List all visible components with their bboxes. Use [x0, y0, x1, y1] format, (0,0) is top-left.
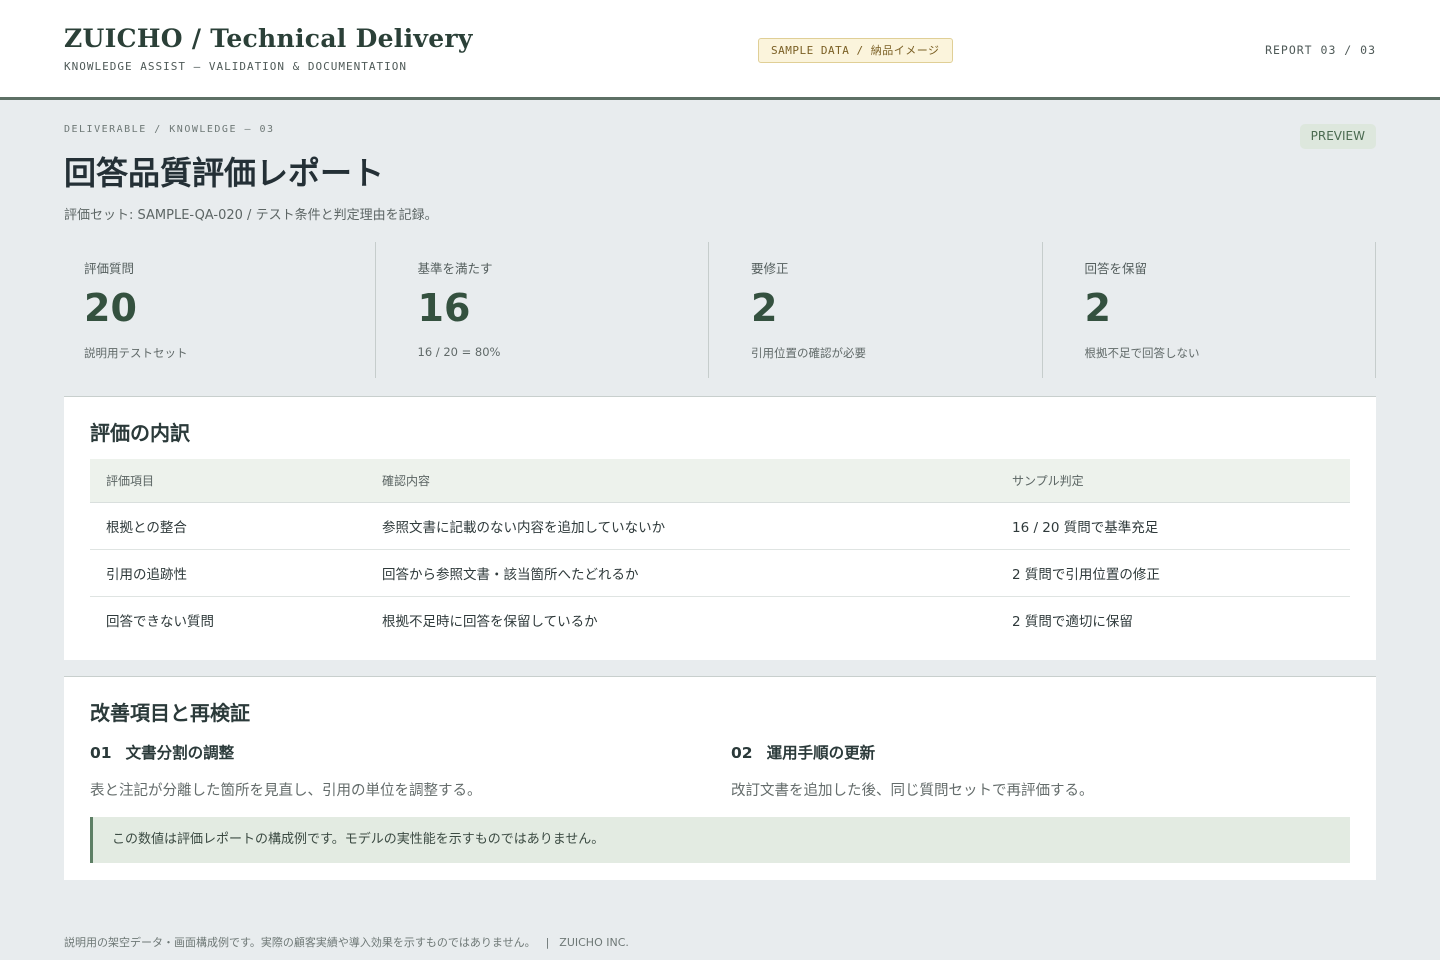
- stat-value: 2: [751, 286, 778, 330]
- footer-separator: |: [545, 936, 550, 949]
- stat-note: 16 / 20 = 80%: [417, 345, 501, 359]
- table-cell: 2 質問で適切に保留: [1012, 614, 1133, 630]
- table-cell: 引用の追跡性: [90, 549, 366, 597]
- table-cell: 根拠との整合: [90, 502, 366, 550]
- table-cell: 2 質問で引用位置の修正: [996, 549, 1350, 597]
- improvement-title: 運用手順の更新: [766, 744, 876, 762]
- improvements-card: 改善項目と再検証 01 文書分割の調整 表と注記が分離した箇所を見直し、引用の単位…: [64, 676, 1376, 880]
- improvement-description: 改訂文書を追加した後、同じ質問セットで再評価する。: [731, 783, 1094, 799]
- improvement-title: 文書分割の調整: [125, 744, 235, 762]
- sample-data-badge: SAMPLE DATA / 納品イメージ: [758, 38, 953, 63]
- stat-needs-fix: 要修正 2 引用位置の確認が必要: [709, 242, 1043, 378]
- breakdown-title: 評価の内訳: [90, 421, 190, 445]
- stat-value: 2: [1084, 286, 1111, 330]
- table-row: 根拠との整合 参照文書に記載のない内容を追加していないか 16 / 20 質問で…: [90, 502, 1350, 550]
- table-row: 回答できない質問 根拠不足時に回答を保留しているか 2 質問で適切に保留: [90, 597, 1350, 644]
- stat-questions: 評価質問 20 説明用テストセット: [64, 242, 376, 378]
- improvement-description: 表と注記が分離した箇所を見直し、引用の単位を調整する。: [90, 783, 482, 799]
- stat-note: 根拠不足で回答しない: [1084, 346, 1200, 360]
- column-header: 評価項目: [90, 459, 366, 503]
- improvement-item: 01 文書分割の調整 表と注記が分離した箇所を見直し、引用の単位を調整する。: [90, 741, 482, 800]
- stat-note: 引用位置の確認が必要: [751, 346, 866, 360]
- summary-stats: 評価質問 20 説明用テストセット 基準を満たす 16 16 / 20 = 80…: [64, 242, 1376, 378]
- improvement-heading: 01 文書分割の調整: [90, 741, 482, 763]
- column-header: 確認内容: [366, 459, 996, 503]
- table-row: 引用の追跡性 回答から参照文書・該当箇所へたどれるか 2 質問で引用位置の修正: [90, 549, 1350, 597]
- status-badge: PREVIEW: [1299, 124, 1376, 149]
- table-cell: 参照文書に記載のない内容を追加していないか: [366, 502, 996, 550]
- breakdown-table: 評価項目 確認内容 サンプル判定 根拠との整合 参照文書に記載のない内容を追加し…: [90, 459, 1350, 643]
- stat-passed: 基準を満たす 16 16 / 20 = 80%: [376, 242, 709, 378]
- page-footer: 説明用の架空データ・画面構成例です。実際の顧客実績や導入効果を示すものではありま…: [64, 934, 629, 950]
- breakdown-card: 評価の内訳 評価項目 確認内容 サンプル判定 根拠との整合 参照文書に記載のない…: [64, 396, 1376, 660]
- brand-title: ZUICHO / Technical Delivery: [64, 24, 473, 53]
- page-title: 回答品質評価レポート: [64, 154, 385, 192]
- stat-label: 評価質問: [84, 261, 135, 276]
- table-cell: 根拠不足時に回答を保留しているか: [382, 614, 598, 630]
- breadcrumb: DELIVERABLE / KNOWLEDGE — 03: [64, 124, 275, 135]
- improvement-number: 02: [731, 744, 753, 762]
- improvement-number: 01: [90, 744, 112, 762]
- footer-disclaimer: 説明用の架空データ・画面構成例です。実際の顧客実績や導入効果を示すものではありま…: [64, 936, 536, 949]
- stat-note: 説明用テストセット: [84, 346, 188, 360]
- app-header: ZUICHO / Technical Delivery KNOWLEDGE AS…: [0, 0, 1440, 100]
- improvement-heading: 02 運用手順の更新: [731, 741, 1094, 763]
- table-header-row: 評価項目 確認内容 サンプル判定: [90, 459, 1350, 503]
- report-number: REPORT 03 / 03: [1265, 43, 1376, 57]
- disclaimer-note: この数値は評価レポートの構成例です。モデルの実性能を示すものではありません。: [90, 817, 1350, 863]
- brand-subtitle: KNOWLEDGE ASSIST — VALIDATION & DOCUMENT…: [64, 60, 408, 73]
- improvement-item: 02 運用手順の更新 改訂文書を追加した後、同じ質問セットで再評価する。: [731, 741, 1094, 800]
- stat-value: 20: [84, 286, 137, 330]
- stat-withheld: 回答を保留 2 根拠不足で回答しない: [1043, 242, 1376, 378]
- stat-value: 16: [417, 286, 471, 330]
- stat-label: 回答を保留: [1084, 261, 1148, 276]
- table-cell: 回答できない質問: [106, 614, 214, 630]
- table-cell: 回答から参照文書・該当箇所へたどれるか: [366, 549, 996, 597]
- column-header: サンプル判定: [996, 459, 1350, 503]
- stat-label: 基準を満たす: [417, 261, 493, 276]
- improvements-title: 改善項目と再検証: [90, 701, 250, 725]
- page-description: 評価セット: SAMPLE-QA-020 / テスト条件と判定理由を記録。: [64, 208, 438, 223]
- stat-label: 要修正: [751, 261, 789, 276]
- footer-company: ZUICHO INC.: [559, 936, 629, 949]
- table-cell: 16 / 20 質問で基準充足: [996, 502, 1350, 550]
